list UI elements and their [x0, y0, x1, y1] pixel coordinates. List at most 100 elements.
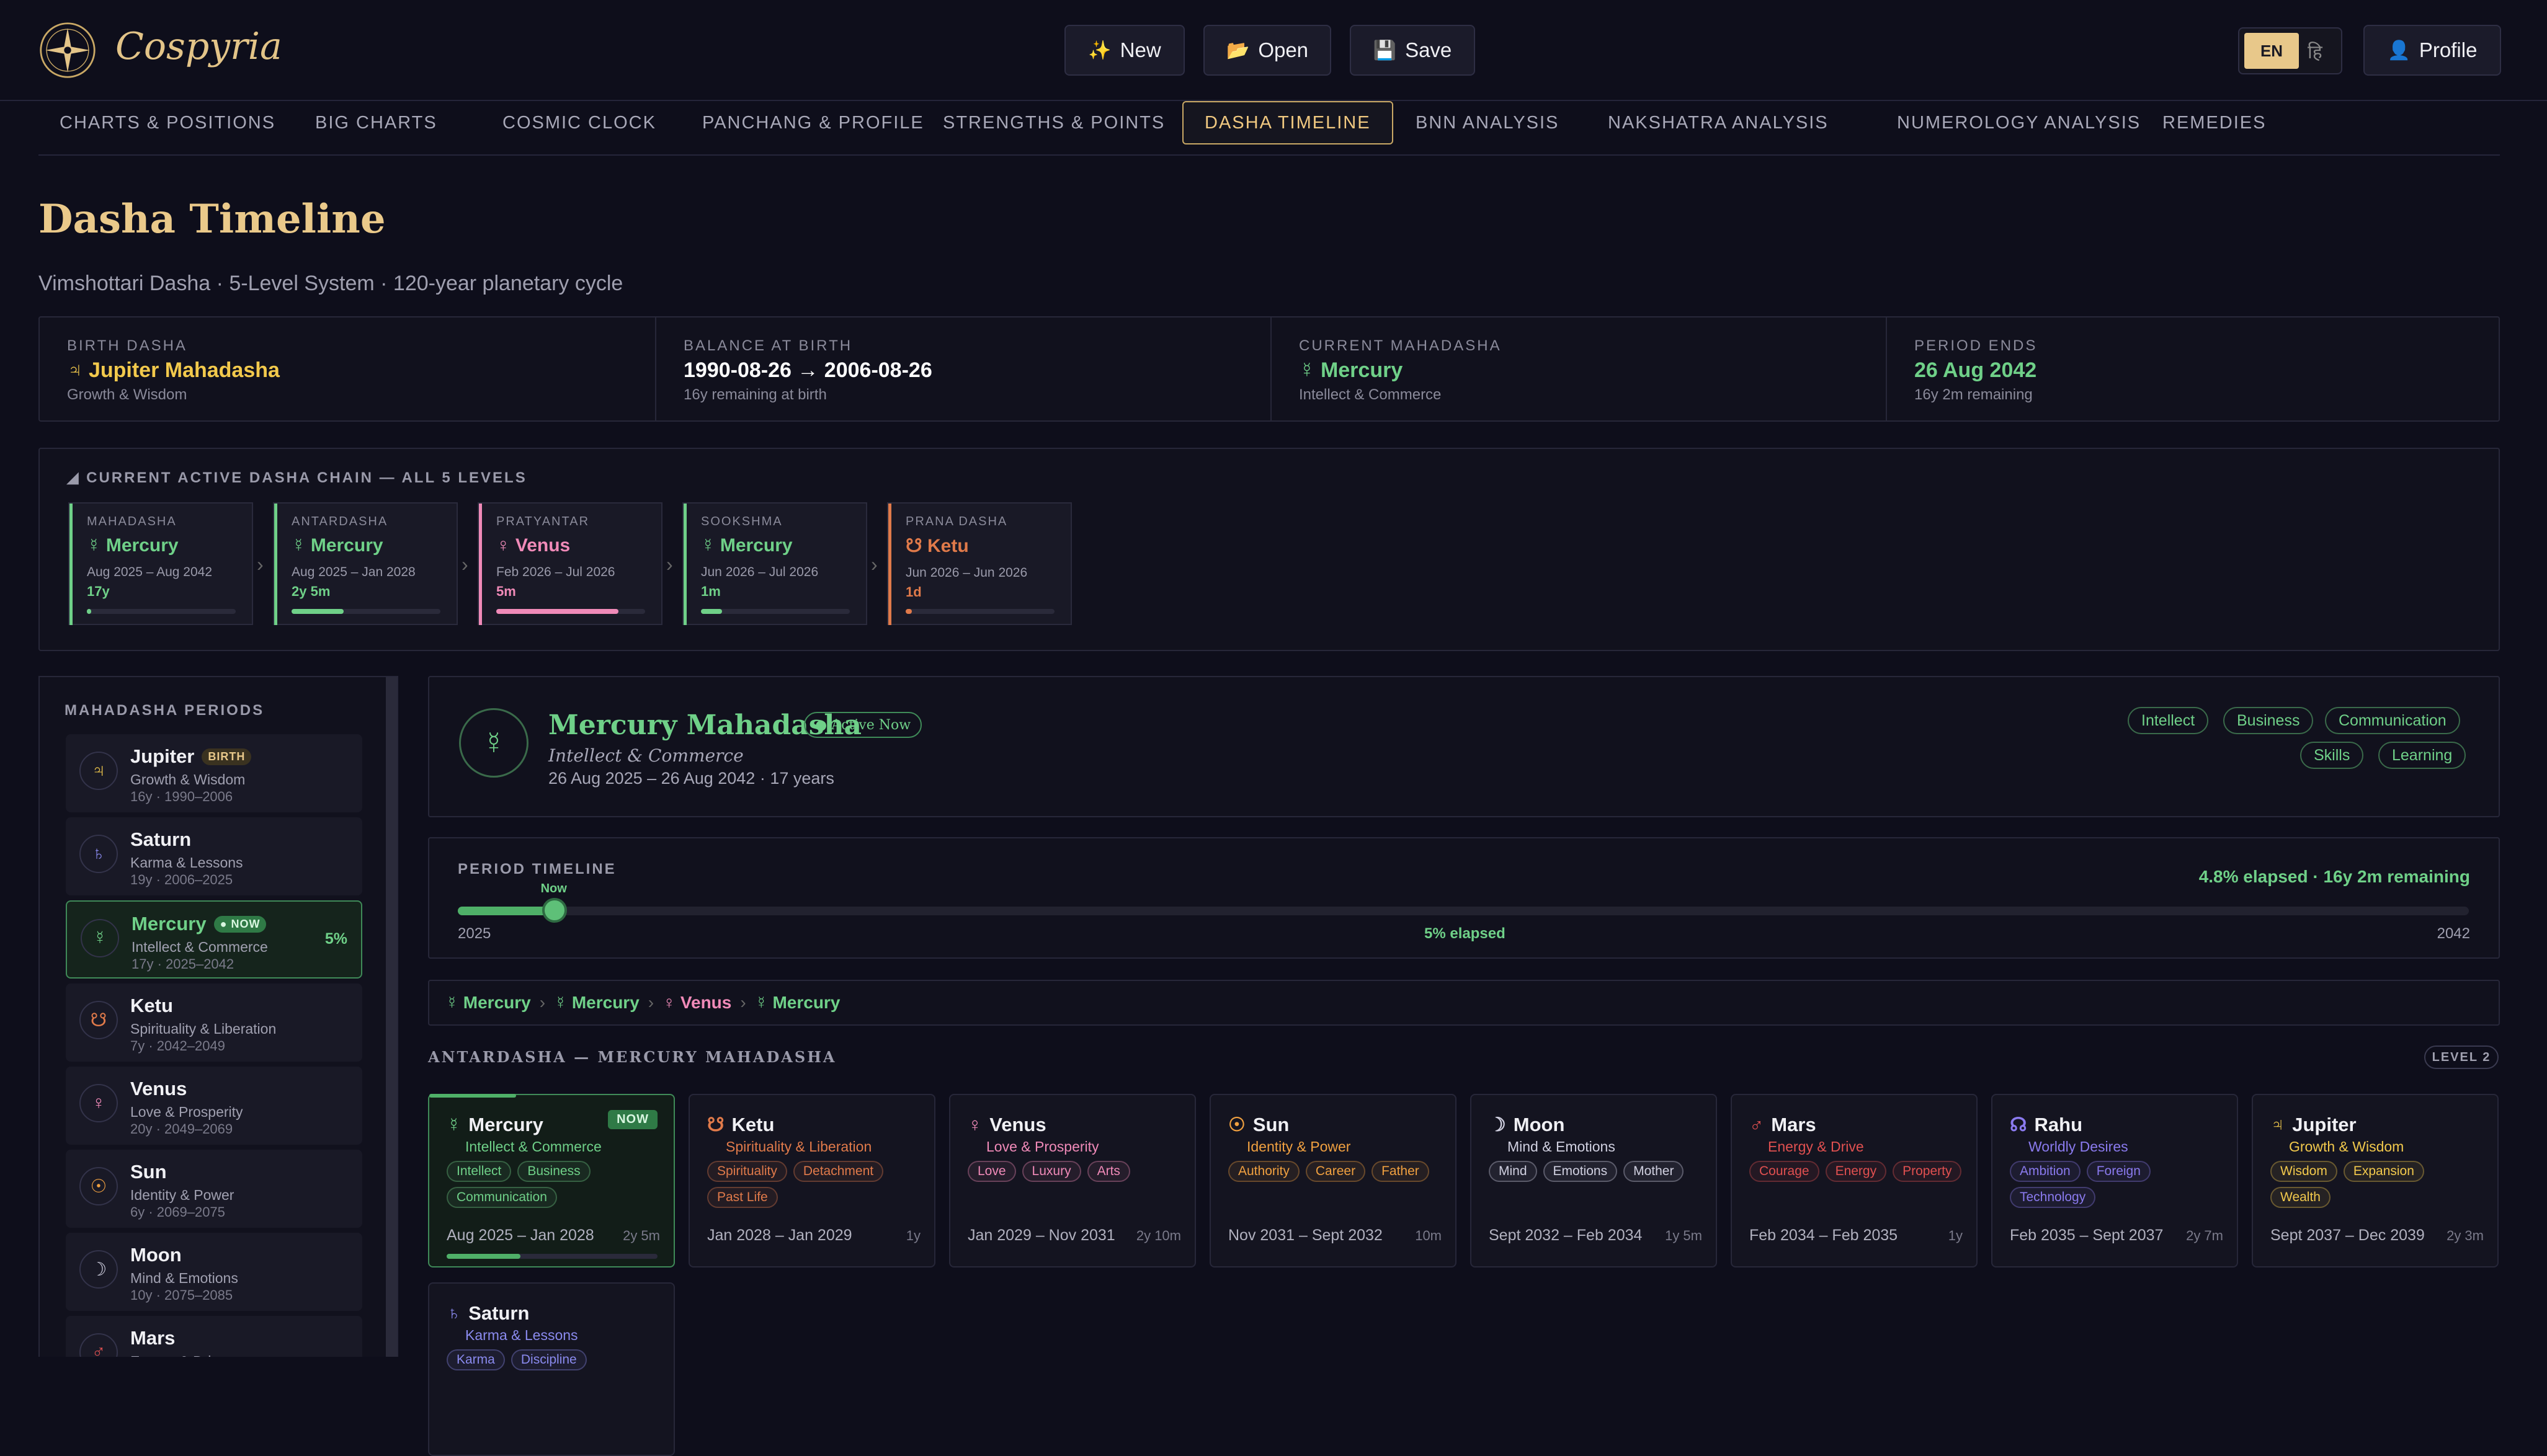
summary-label: BIRTH DASHA [67, 337, 187, 354]
summary-period-ends: PERIOD ENDS 26 Aug 2042 16y 2m remaining [1887, 317, 2500, 420]
new-button[interactable]: ✨ New [1064, 25, 1185, 76]
sidebar-item-name: Sun [130, 1161, 167, 1183]
tab-panchang-profile[interactable]: PANCHANG & PROFILE [681, 101, 945, 144]
antardasha-tags: Ambition Foreign Technology [2010, 1161, 2227, 1208]
sidebar-item-desc: Growth & Wisdom [130, 771, 246, 788]
tab-cosmic-clock[interactable]: COSMIC CLOCK [481, 101, 677, 144]
tab-big-charts[interactable]: BIG CHARTS [294, 101, 458, 144]
antardasha-card-ketu[interactable]: ☋ Ketu Spirituality & Liberation Spiritua… [689, 1094, 935, 1267]
timeline-now-label: Now [540, 882, 567, 895]
chain-arrow-icon: › [666, 553, 673, 575]
sidebar-item-saturn[interactable]: ♄ Saturn Karma & Lessons 19y · 2006–2025 [66, 817, 362, 895]
antardasha-duration: 1y 5m [1665, 1228, 1702, 1243]
chain-card-sookshma[interactable]: SOOKSHMA ☿ Mercury Jun 2026 – Jul 2026 1… [682, 502, 867, 625]
breadcrumb-item[interactable]: ☿ Mercury [445, 993, 531, 1013]
summary-value: 1990-08-26 → 2006-08-26 [684, 358, 932, 382]
antardasha-duration: 10m [1415, 1228, 1442, 1243]
antardasha-tags: Authority Career Father [1228, 1161, 1445, 1182]
chain-duration: 17y [87, 584, 110, 599]
timeline-now-marker[interactable] [542, 898, 567, 923]
antardasha-card-saturn[interactable]: ♄ Saturn Karma & Lessons Karma Discipline [428, 1282, 675, 1456]
chain-planet: ☿ Mercury [87, 535, 179, 556]
antardasha-card-mars[interactable]: ♂ Mars Energy & Drive Courage Energy Proper… [1731, 1094, 1978, 1267]
lang-en-button[interactable]: EN [2244, 33, 2299, 69]
new-button-label: New [1120, 38, 1161, 61]
lang-hi-button[interactable]: हि [2308, 38, 2322, 64]
antardasha-tags: Mind Emotions Mother [1489, 1161, 1706, 1182]
chain-card-prana-dasha[interactable]: PRANA DASHA ☋ Ketu Jun 2026 – Jun 2026 1… [887, 502, 1072, 625]
save-button[interactable]: 💾 Save [1350, 25, 1475, 76]
tab-dasha-timeline[interactable]: DASHA TIMELINE [1182, 101, 1393, 144]
sidebar-item-desc: Love & Prosperity [130, 1104, 243, 1120]
chain-level: MAHADASHA [87, 515, 177, 528]
tab-strengths-points[interactable]: STRENGTHS & POINTS [922, 101, 1186, 144]
ketu-glyph-icon: ☋ [707, 1114, 725, 1135]
tab-bnn-analysis[interactable]: BNN ANALYSIS [1394, 101, 1580, 144]
antardasha-dates: Jan 2029 – Nov 2031 [968, 1227, 1115, 1244]
logo-icon[interactable] [38, 21, 97, 79]
chain-card-mahadasha[interactable]: MAHADASHA ☿ Mercury Aug 2025 – Aug 2042 … [68, 502, 253, 625]
now-badge: ● NOW [213, 916, 267, 933]
chain-card-accent [274, 504, 277, 625]
antardasha-card-venus[interactable]: ♀ Venus Love & Prosperity Love Luxury Arts … [949, 1094, 1196, 1267]
sidebar-item-name: Saturn [130, 828, 192, 850]
summary-sub: 16y remaining at birth [684, 386, 827, 403]
breadcrumb-item[interactable]: ☿ Mercury [755, 993, 841, 1013]
antardasha-tags: Love Luxury Arts [968, 1161, 1185, 1182]
sidebar-item-name: Mars [130, 1327, 176, 1349]
tab-nakshatra-analysis[interactable]: NAKSHATRA ANALYSIS [1587, 101, 1850, 144]
antardasha-tag: Luxury [1022, 1161, 1081, 1182]
sidebar-item-desc: Energy & Drive [130, 1353, 226, 1357]
antardasha-tag: Courage [1749, 1161, 1819, 1182]
antardasha-tags: Intellect Business Communication [447, 1161, 664, 1208]
timeline-mid-label: 5% elapsed [1424, 925, 1505, 942]
antardasha-duration: 1y [906, 1228, 921, 1243]
antardasha-title: ANTARDASHA — MERCURY MAHADASHA [428, 1048, 837, 1066]
chain-planet: ☿ Mercury [292, 535, 383, 556]
sidebar-item-mars[interactable]: ♂ Mars Energy & Drive [66, 1316, 362, 1357]
antardasha-tag: Arts [1087, 1161, 1130, 1182]
antardasha-tag: Discipline [511, 1349, 587, 1370]
antardasha-tags: Wisdom Expansion Wealth [2270, 1161, 2487, 1208]
profile-button[interactable]: 👤 Profile [2363, 25, 2501, 76]
chain-card-accent [888, 504, 891, 625]
active-dasha-chain: ◢ CURRENT ACTIVE DASHA CHAIN — ALL 5 LEV… [38, 448, 2500, 651]
brand-name: Cospyria [115, 25, 282, 68]
antardasha-tag: Communication [447, 1187, 557, 1208]
antardasha-card-mercury[interactable]: ☿ Mercury NOW Intellect & Commerce Intell… [428, 1094, 675, 1267]
sidebar-item-sun[interactable]: ☉ Sun Identity & Power 6y · 2069–2075 [66, 1150, 362, 1228]
summary-sub: Growth & Wisdom [67, 386, 187, 403]
tab-remedies[interactable]: REMEDIES [2141, 101, 2287, 144]
antardasha-name: Venus [989, 1114, 1046, 1135]
summary-sub: 16y 2m remaining [1914, 386, 2033, 403]
theme-tag: Learning [2378, 742, 2466, 769]
tab-charts-positions[interactable]: CHARTS & POSITIONS [38, 101, 297, 144]
antardasha-card-moon[interactable]: ☽ Moon Mind & Emotions Mind Emotions Mother… [1470, 1094, 1717, 1267]
chain-card-pratyantar[interactable]: PRATYANTAR ♀ Venus Feb 2026 – Jul 2026 5… [478, 502, 662, 625]
breadcrumb-separator-icon: › [740, 993, 746, 1012]
breadcrumb-item[interactable]: ♀ Venus [662, 993, 731, 1013]
sidebar-item-mercury[interactable]: ☿ Mercury ● NOW Intellect & Commerce 17y … [66, 900, 362, 979]
tab-numerology-analysis[interactable]: NUMEROLOGY ANALYSIS [1876, 101, 2162, 144]
antardasha-card-jupiter[interactable]: ♃ Jupiter Growth & Wisdom Wisdom Expansion… [2252, 1094, 2499, 1267]
sidebar-item-percent: 5% [324, 930, 347, 948]
antardasha-tag: Detachment [793, 1161, 884, 1182]
antardasha-card-rahu[interactable]: ☊ Rahu Worldly Desires Ambition Foreign Tec… [1991, 1094, 2238, 1267]
sidebar-item-moon[interactable]: ☽ Moon Mind & Emotions 10y · 2075–2085 [66, 1233, 362, 1311]
open-button[interactable]: 📂 Open [1203, 25, 1331, 76]
chain-level: SOOKSHMA [701, 515, 783, 528]
antardasha-tag: Expansion [2343, 1161, 2424, 1182]
chain-card-antardasha[interactable]: ANTARDASHA ☿ Mercury Aug 2025 – Jan 2028… [273, 502, 458, 625]
sidebar-item-ketu[interactable]: ☋ Ketu Spirituality & Liberation 7y · 20… [66, 983, 362, 1062]
sidebar-scrollbar[interactable] [386, 677, 397, 1357]
sidebar-item-venus[interactable]: ♀ Venus Love & Prosperity 20y · 2049–206… [66, 1067, 362, 1145]
sidebar-item-name: Jupiter [130, 745, 195, 767]
chain-duration: 2y 5m [292, 584, 331, 599]
chain-dates: Feb 2026 – Jul 2026 [496, 565, 615, 579]
sidebar-item-jupiter[interactable]: ♃ Jupiter BIRTH Growth & Wisdom 16y · 199… [66, 734, 362, 812]
chain-progress-fill [292, 609, 344, 614]
chain-progress [906, 609, 1055, 614]
active-now-badge: ● Active Now [804, 712, 922, 738]
breadcrumb-item[interactable]: ☿ Mercury [554, 993, 640, 1013]
antardasha-card-sun[interactable]: ☉ Sun Identity & Power Authority Career Fat… [1210, 1094, 1456, 1267]
